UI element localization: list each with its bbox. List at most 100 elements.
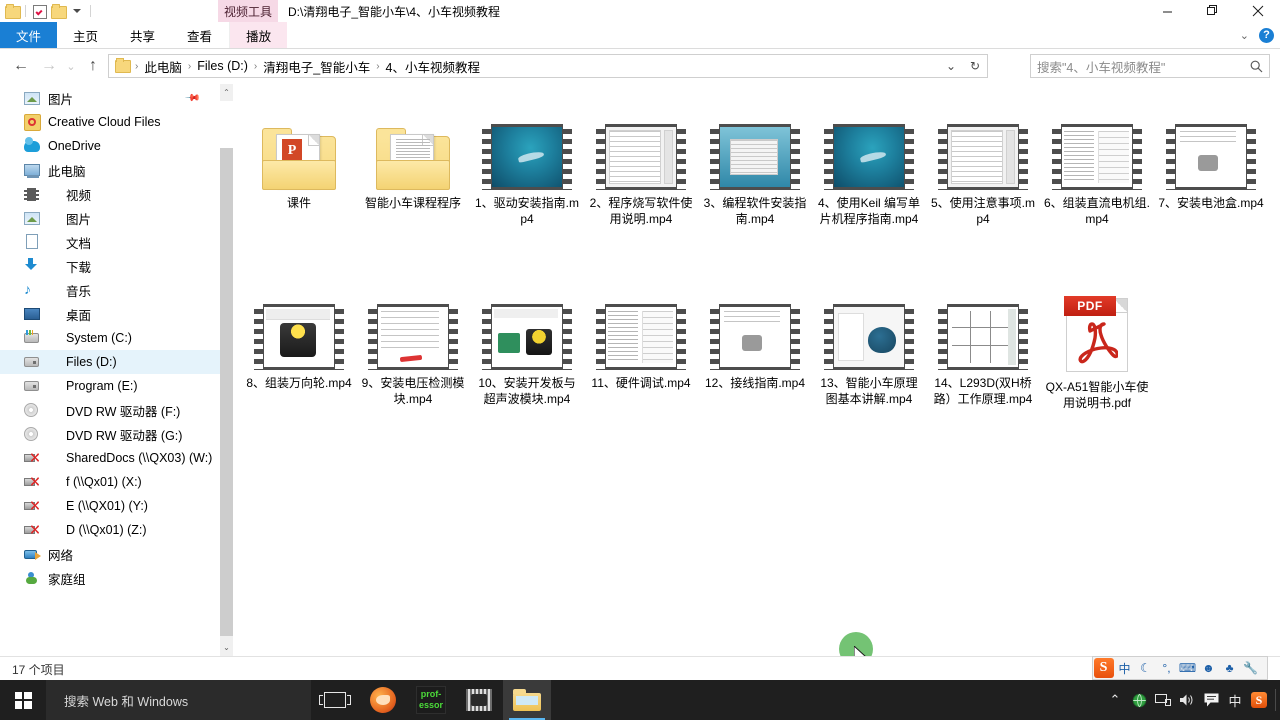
file-item[interactable]: 8、组装万向轮.mp4	[242, 270, 356, 450]
file-item[interactable]: 12、接线指南.mp4	[698, 270, 812, 450]
sidebar-item-20[interactable]: 家庭组	[0, 566, 220, 590]
scrollbar-thumb[interactable]	[220, 148, 233, 636]
address-bar[interactable]: › 此电脑 › Files (D:) › 清翔电子_智能小车 › 4、小车视频教…	[108, 54, 988, 78]
file-item[interactable]: 11、硬件调试.mp4	[584, 270, 698, 450]
sogou-ime-toolbar[interactable]: S 中 ☾ °, ⌨ ☻ ♣ 🔧	[1092, 656, 1268, 680]
scroll-up-icon[interactable]: ⌃	[220, 84, 233, 101]
file-item[interactable]: 9、安装电压检测模块.mp4	[356, 270, 470, 450]
pin-icon[interactable]: 📌	[183, 90, 200, 107]
sidebar-item-label: 图片	[66, 212, 92, 227]
file-item-inner: PDF QX-A51智能小车使用说明书.pdf	[1044, 270, 1150, 411]
sidebar-item-11[interactable]: Files (D:)	[0, 350, 220, 374]
tab-share[interactable]: 共享	[114, 22, 171, 48]
file-item[interactable]: 13、智能小车原理图基本讲解.mp4	[812, 270, 926, 450]
sidebar-item-6[interactable]: 文档	[0, 230, 220, 254]
back-button[interactable]: ←	[10, 55, 32, 77]
tab-play[interactable]: 播放	[229, 22, 288, 48]
ime-tools-icon[interactable]: 🔧	[1240, 657, 1261, 679]
breadcrumb-item-3[interactable]: 4、小车视频教程	[381, 55, 485, 77]
ime-punctuation-icon[interactable]: °,	[1156, 657, 1177, 679]
up-button[interactable]: ↑	[82, 55, 104, 77]
sidebar-item-12[interactable]: Program (E:)	[0, 374, 220, 398]
search-input[interactable]: 搜索"4、小车视频教程"	[1037, 57, 1250, 76]
properties-checkbox-icon[interactable]	[31, 3, 47, 19]
sidebar-item-4[interactable]: 视频	[0, 182, 220, 206]
forward-button[interactable]: →	[38, 55, 60, 77]
ime-user-icon[interactable]: ☻	[1198, 657, 1219, 679]
tab-file[interactable]: 文件	[0, 22, 58, 48]
network-connection-icon[interactable]	[1151, 680, 1175, 720]
sidebar-item-17[interactable]: E (\\QX01) (Y:)	[0, 494, 220, 518]
sidebar-item-5[interactable]: 图片	[0, 206, 220, 230]
sidebar-item-10[interactable]: System (C:)	[0, 326, 220, 350]
recent-locations-button[interactable]: ⌄	[60, 55, 82, 77]
taskbar-video-app[interactable]	[455, 680, 503, 720]
breadcrumb-item-2[interactable]: 清翔电子_智能小车	[258, 55, 375, 77]
sogou-logo-icon[interactable]: S	[1093, 657, 1114, 679]
maximize-button[interactable]	[1190, 0, 1235, 22]
sidebar-item-18[interactable]: D (\\Qx01) (Z:)	[0, 518, 220, 542]
downloads-icon	[24, 258, 40, 274]
file-item[interactable]: 1、驱动安装指南.mp4	[470, 90, 584, 270]
ime-keyboard-icon[interactable]: ⌨	[1177, 657, 1198, 679]
sidebar-item-19[interactable]: 网络	[0, 542, 220, 566]
file-item[interactable]: 2、程序烧写软件使用说明.mp4	[584, 90, 698, 270]
sidebar-item-13[interactable]: DVD RW 驱动器 (F:)	[0, 398, 220, 422]
volume-icon[interactable]	[1175, 680, 1199, 720]
scroll-down-icon[interactable]: ⌄	[220, 639, 233, 656]
sidebar-item-7[interactable]: 下载	[0, 254, 220, 278]
taskbar-search-box[interactable]: 搜索 Web 和 Windows	[46, 680, 311, 720]
file-item[interactable]: 3、编程软件安装指南.mp4	[698, 90, 812, 270]
network-globe-icon[interactable]	[1127, 680, 1151, 720]
breadcrumb-item-1[interactable]: Files (D:)	[192, 55, 253, 77]
start-button[interactable]	[0, 680, 46, 720]
sidebar-item-8[interactable]: ♪ 音乐	[0, 278, 220, 302]
expand-ribbon-chevron-icon[interactable]: ⌄	[1240, 29, 1249, 42]
close-button[interactable]	[1235, 0, 1280, 22]
refresh-icon[interactable]: ↻	[963, 55, 987, 77]
taskbar-file-explorer[interactable]	[503, 680, 551, 720]
file-item[interactable]: 智能小车课程程序	[356, 90, 470, 270]
tab-home[interactable]: 主页	[57, 22, 114, 48]
address-dropdown-icon[interactable]: ⌄	[939, 55, 963, 77]
sidebar-item-2[interactable]: OneDrive	[0, 134, 220, 158]
sidebar-item-label: f (\\Qx01) (X:)	[66, 475, 142, 489]
file-item[interactable]: 10、安装开发板与超声波模块.mp4	[470, 270, 584, 450]
ime-skin-icon[interactable]: ♣	[1219, 657, 1240, 679]
navigation-scrollbar[interactable]: ⌃ ⌄	[220, 84, 233, 656]
action-center-icon[interactable]	[1199, 680, 1223, 720]
customize-qat-chevron-icon[interactable]	[69, 3, 85, 19]
file-item[interactable]: 6、组装直流电机组.mp4	[1040, 90, 1154, 270]
task-view-button[interactable]	[311, 680, 359, 720]
sidebar-item-15[interactable]: SharedDocs (\\QX03) (W:)	[0, 446, 220, 470]
ime-moon-icon[interactable]: ☾	[1135, 657, 1156, 679]
folder-icon[interactable]	[4, 3, 21, 19]
tab-view[interactable]: 查看	[171, 22, 228, 48]
ime-mode-chinese-icon[interactable]: 中	[1114, 657, 1135, 679]
ime-chinese-icon[interactable]: 中	[1223, 680, 1247, 720]
contextual-tab-video-tools[interactable]: 视频工具	[218, 0, 278, 22]
file-item[interactable]: 14、L293D(双H桥路）工作原理.mp4	[926, 270, 1040, 450]
minimize-button[interactable]	[1145, 0, 1190, 22]
sidebar-item-0[interactable]: 图片 📌	[0, 86, 220, 110]
help-icon[interactable]: ?	[1259, 27, 1274, 43]
taskbar-firefox[interactable]	[359, 680, 407, 720]
file-item[interactable]: 4、使用Keil 编写单片机程序指南.mp4	[812, 90, 926, 270]
breadcrumb-item-0[interactable]: 此电脑	[139, 55, 187, 77]
sidebar-item-9[interactable]: 桌面	[0, 302, 220, 326]
sidebar-item-16[interactable]: f (\\Qx01) (X:)	[0, 470, 220, 494]
sogou-tray-icon[interactable]: S	[1247, 680, 1271, 720]
file-list-pane[interactable]: P 课件 智能小车课程程序 1、驱动安装指南.mp4 2、程序烧写软件使用说明.mp4 3…	[234, 84, 1280, 656]
sidebar-item-3[interactable]: 此电脑	[0, 158, 220, 182]
show-hidden-icons-button[interactable]: ⌃	[1103, 680, 1127, 720]
file-item[interactable]: PDF QX-A51智能小车使用说明书.pdf	[1040, 270, 1154, 450]
window-controls	[1145, 0, 1280, 22]
taskbar-professor[interactable]: prof- essor	[407, 680, 455, 720]
new-folder-icon[interactable]	[50, 3, 67, 19]
file-item[interactable]: P 课件	[242, 90, 356, 270]
file-item[interactable]: 7、安装电池盒.mp4	[1154, 90, 1268, 270]
file-item[interactable]: 5、使用注意事项.mp4	[926, 90, 1040, 270]
sidebar-item-1[interactable]: Creative Cloud Files	[0, 110, 220, 134]
search-box[interactable]: 搜索"4、小车视频教程"	[1030, 54, 1270, 78]
sidebar-item-14[interactable]: DVD RW 驱动器 (G:)	[0, 422, 220, 446]
